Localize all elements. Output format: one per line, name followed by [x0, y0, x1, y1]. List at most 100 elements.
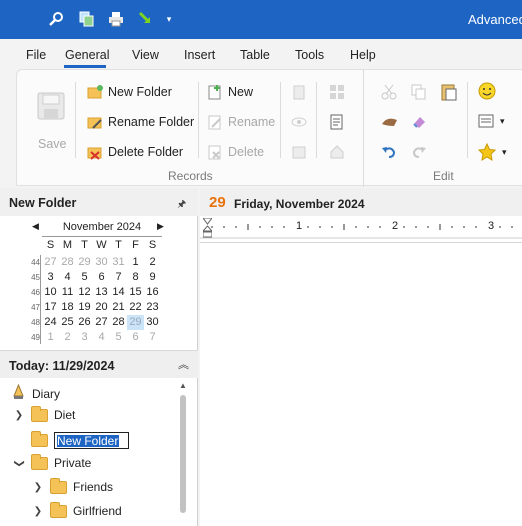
calendar-day[interactable]: 24 [42, 315, 59, 330]
pin-icon[interactable]: 🖈 [177, 197, 186, 214]
customize-toolbar-icon[interactable]: ▾ [162, 10, 176, 28]
collapse-tree-icon[interactable]: ❯ [14, 457, 25, 469]
calendar-month-title[interactable]: November 2024 [34, 221, 170, 235]
menu-view[interactable]: View [132, 48, 159, 62]
tree-item-diet[interactable]: ❯ Diet [13, 405, 75, 422]
tree-scrollbar[interactable]: ▲ [178, 381, 188, 526]
calendar-day[interactable]: 13 [93, 285, 110, 300]
paste-icon[interactable] [441, 83, 457, 104]
rename-folder-input[interactable] [54, 432, 129, 449]
calendar-day[interactable]: 28 [110, 315, 127, 330]
calendar-day[interactable]: 2 [144, 255, 161, 270]
undo-icon[interactable] [381, 144, 397, 163]
tree-item-private[interactable]: ❯ Private [13, 453, 91, 470]
calendar-day[interactable]: 26 [76, 315, 93, 330]
today-header[interactable]: Today: 11/29/2024 [0, 350, 198, 378]
cut-icon[interactable] [381, 84, 397, 103]
menu-insert[interactable]: Insert [184, 48, 215, 62]
search-icon[interactable] [46, 10, 66, 28]
calendar-day[interactable]: 8 [127, 270, 144, 285]
rename-record-button[interactable]: Rename [207, 114, 275, 130]
collapse-icon[interactable]: ︽ [178, 356, 189, 372]
expand-icon[interactable]: ❯ [32, 506, 44, 517]
remove-icon[interactable] [291, 144, 307, 163]
copy-icon[interactable] [411, 84, 427, 103]
calendar-day[interactable]: 9 [144, 270, 161, 285]
menu-table[interactable]: Table [240, 48, 270, 62]
copy-records-icon[interactable] [76, 10, 96, 28]
calendar-day[interactable]: 5 [76, 270, 93, 285]
view-icon[interactable] [291, 114, 307, 133]
calendar-day[interactable]: 22 [127, 300, 144, 315]
save-button[interactable]: Save [38, 137, 67, 151]
format-painter-icon[interactable] [381, 114, 399, 133]
menu-tools[interactable]: Tools [295, 48, 324, 62]
scroll-up-icon[interactable]: ▲ [179, 381, 187, 390]
calendar-day[interactable]: 10 [42, 285, 59, 300]
calendar-day[interactable]: 31 [110, 255, 127, 270]
emoji-icon[interactable] [478, 82, 496, 103]
menu-help[interactable]: Help [350, 48, 376, 62]
calendar-day[interactable]: 6 [93, 270, 110, 285]
calendar-day[interactable]: 30 [144, 315, 161, 330]
editor-area[interactable] [200, 243, 522, 526]
calendar-day[interactable]: 20 [93, 300, 110, 315]
redo-icon[interactable] [411, 144, 427, 163]
delete-record-icon [207, 144, 223, 160]
delete-record-button[interactable]: Delete [207, 144, 264, 160]
tree-item-new-folder[interactable] [31, 431, 129, 449]
calendar-day[interactable]: 5 [110, 330, 127, 345]
calendar-day[interactable]: 1 [127, 255, 144, 270]
calendar-day[interactable]: 11 [59, 285, 76, 300]
document-list-icon[interactable] [329, 114, 345, 133]
ruler[interactable]: 1 2 3 [200, 216, 522, 242]
tree-item-girlfriend[interactable]: ❯ Girlfriend [32, 501, 122, 518]
calendar-day[interactable]: 7 [110, 270, 127, 285]
scrollbar-thumb[interactable] [180, 395, 186, 513]
calendar-day[interactable]: 30 [93, 255, 110, 270]
calendar-day[interactable]: 16 [144, 285, 161, 300]
grid-icon[interactable] [329, 84, 345, 103]
indent-marker[interactable] [201, 217, 214, 238]
expand-icon[interactable]: ❯ [13, 410, 25, 421]
calendar-day[interactable]: 23 [144, 300, 161, 315]
calendar-day[interactable]: 6 [127, 330, 144, 345]
calendar-day[interactable]: 29 [76, 255, 93, 270]
calendar-day[interactable]: 21 [110, 300, 127, 315]
abc-insert-icon[interactable]: ▾ [478, 113, 505, 129]
rename-folder-button[interactable]: Rename Folder [87, 114, 194, 130]
week-number: 48 [31, 318, 40, 327]
calendar-day[interactable]: 4 [93, 330, 110, 345]
tree-item-friends[interactable]: ❯ Friends [32, 477, 113, 494]
calendar-day[interactable]: 3 [42, 270, 59, 285]
eraser-icon[interactable] [411, 114, 427, 133]
calendar-day[interactable]: 19 [76, 300, 93, 315]
calendar-day[interactable]: 4 [59, 270, 76, 285]
calendar-day[interactable]: 2 [59, 330, 76, 345]
calendar-day[interactable]: 3 [76, 330, 93, 345]
menu-general[interactable]: General [65, 48, 109, 62]
calendar-day[interactable]: 27 [93, 315, 110, 330]
calendar-day[interactable]: 15 [127, 285, 144, 300]
print-icon[interactable] [106, 10, 126, 28]
calendar-day[interactable]: 25 [59, 315, 76, 330]
tree-item-diary[interactable]: Diary [12, 383, 60, 403]
export-icon[interactable] [136, 10, 156, 28]
calendar-day-selected[interactable]: 29 [127, 315, 144, 330]
new-record-button[interactable]: New [207, 84, 253, 100]
calendar-day[interactable]: 28 [59, 255, 76, 270]
calendar-day[interactable]: 12 [76, 285, 93, 300]
calendar-day[interactable]: 27 [42, 255, 59, 270]
calendar-day[interactable]: 14 [110, 285, 127, 300]
calendar-day[interactable]: 1 [42, 330, 59, 345]
calendar-day[interactable]: 17 [42, 300, 59, 315]
home-icon[interactable] [329, 144, 345, 163]
menu-file[interactable]: File [26, 48, 46, 62]
calendar-day[interactable]: 7 [144, 330, 161, 345]
expand-icon[interactable]: ❯ [32, 482, 44, 493]
calendar-day[interactable]: 18 [59, 300, 76, 315]
new-folder-button[interactable]: New Folder [87, 84, 172, 100]
delete-folder-button[interactable]: Delete Folder [87, 144, 183, 160]
clipboard-icon[interactable] [291, 84, 307, 103]
star-icon[interactable]: ▾ [478, 143, 507, 161]
